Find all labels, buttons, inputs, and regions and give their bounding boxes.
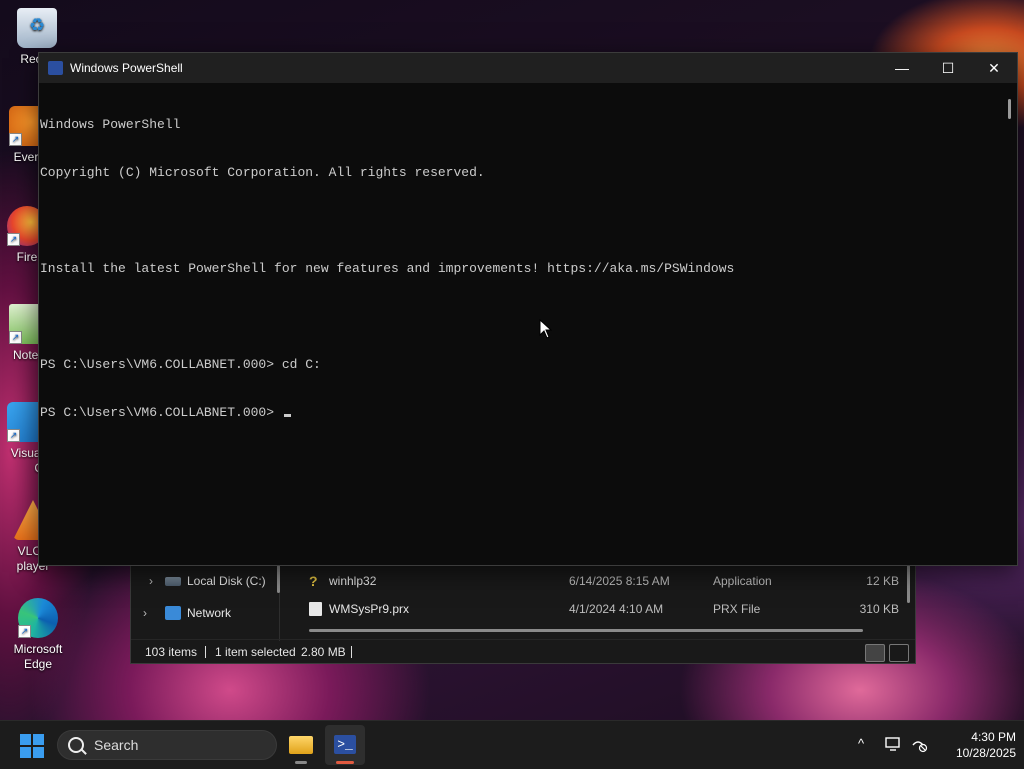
taskbar-file-explorer[interactable] — [281, 725, 321, 765]
nav-scrollbar[interactable] — [277, 565, 280, 593]
maximize-button[interactable]: ☐ — [925, 53, 971, 83]
file-row[interactable]: WMSysPr9.prx 4/1/2024 4:10 AM PRX File 3… — [307, 597, 907, 621]
minimize-button[interactable]: — — [879, 53, 925, 83]
windows-logo-icon-part — [33, 747, 44, 758]
nav-item-local-disk[interactable]: › Local Disk (C:) — [131, 569, 279, 593]
clock-time: 4:30 PM — [971, 730, 1016, 744]
nav-item-label: Local Disk (C:) — [187, 574, 266, 588]
console-line: PS C:\Users\VM6.COLLABNET.000> cd C: — [40, 357, 321, 372]
start-button[interactable] — [20, 734, 44, 758]
selection-count: 1 item selected — [215, 645, 296, 659]
desktop-icon-edge[interactable]: ↗ Microsoft Edge — [3, 598, 73, 672]
file-type: Application — [713, 574, 772, 588]
horizontal-scrollbar[interactable] — [309, 629, 863, 632]
taskbar: Search >_ ^ 4:30 PM 10/28/2025 — [0, 720, 1024, 769]
network-disconnected-icon[interactable] — [910, 735, 928, 753]
windows-logo-icon — [20, 734, 31, 745]
shortcut-arrow-icon: ↗ — [7, 429, 20, 442]
taskbar-powershell[interactable]: >_ — [325, 725, 365, 765]
mouse-pointer-icon — [539, 319, 553, 339]
windows-logo-icon-part — [33, 734, 44, 745]
display-icon[interactable] — [884, 735, 902, 753]
file-date: 6/14/2025 8:15 AM — [569, 574, 670, 588]
network-icon — [165, 606, 181, 620]
file-type: PRX File — [713, 602, 761, 616]
drive-icon — [165, 577, 181, 586]
window-title: Windows PowerShell — [70, 61, 183, 75]
selection-size: 2.80 MB — [301, 645, 346, 659]
shortcut-arrow-icon: ↗ — [9, 331, 22, 344]
file-date: 4/1/2024 4:10 AM — [569, 602, 664, 616]
console-scrollbar[interactable] — [1008, 99, 1011, 119]
large-icons-view-button[interactable] — [889, 644, 909, 662]
console-line: Windows PowerShell — [40, 117, 181, 132]
clock-date: 10/28/2025 — [955, 746, 1016, 760]
text-cursor — [283, 414, 291, 417]
vertical-scrollbar[interactable] — [907, 565, 910, 603]
details-view-button[interactable] — [865, 644, 885, 662]
edge-icon: ↗ — [18, 598, 58, 638]
navigation-pane[interactable]: › Local Disk (C:) › Network — [131, 561, 280, 641]
console-prompt-line[interactable]: PS C:\Users\VM6.COLLABNET.000> — [40, 405, 999, 421]
status-bar: 103 items 1 item selected 2.80 MB — [131, 639, 915, 664]
powershell-window[interactable]: Windows PowerShell — ☐ ✕ Windows PowerSh… — [38, 52, 1018, 566]
shortcut-arrow-icon: ↗ — [9, 133, 22, 146]
file-explorer-icon — [289, 736, 313, 754]
search-icon — [68, 737, 84, 753]
file-name: WMSysPr9.prx — [329, 602, 410, 616]
powershell-icon: >_ — [334, 735, 356, 754]
nav-item-network[interactable]: › Network — [131, 601, 279, 625]
taskbar-search-box[interactable]: Search — [57, 730, 277, 760]
generic-file-icon — [309, 602, 322, 616]
title-bar[interactable]: Windows PowerShell — ☐ ✕ — [39, 53, 1017, 83]
show-hidden-icons-button[interactable]: ^ — [852, 735, 870, 753]
shortcut-arrow-icon: ↗ — [7, 233, 20, 246]
app-active-indicator — [336, 761, 354, 764]
powershell-icon — [48, 61, 63, 75]
console-output[interactable]: Windows PowerShell Copyright (C) Microso… — [39, 83, 999, 563]
file-size: 310 KB — [859, 602, 899, 616]
status-separator — [205, 646, 206, 658]
file-size: 12 KB — [866, 574, 899, 588]
system-clock[interactable]: 4:30 PM 10/28/2025 — [934, 729, 1016, 761]
nav-item-label: Network — [187, 606, 232, 620]
console-line: Install the latest PowerShell for new fe… — [40, 261, 735, 276]
help-file-icon: ? — [309, 573, 318, 589]
console-line: Copyright (C) Microsoft Corporation. All… — [40, 165, 485, 180]
chevron-right-icon[interactable]: › — [149, 569, 153, 593]
desktop-icon-label: Microsoft — [13, 642, 63, 656]
windows-logo-icon-part — [20, 747, 31, 758]
app-running-indicator — [295, 761, 307, 764]
shortcut-arrow-icon: ↗ — [18, 625, 31, 638]
file-name: winhlp32 — [329, 574, 377, 588]
search-label: Search — [94, 737, 139, 753]
console-prompt: PS C:\Users\VM6.COLLABNET.000> — [40, 405, 282, 420]
chevron-right-icon[interactable]: › — [143, 601, 147, 625]
recycle-bin-icon: ♻ — [17, 8, 57, 48]
status-separator — [351, 646, 352, 658]
item-count: 103 items — [145, 645, 198, 659]
desktop-icon-label-2: Edge — [23, 657, 53, 671]
close-button[interactable]: ✕ — [971, 53, 1017, 83]
file-explorer-window[interactable]: › Local Disk (C:) › Network ? winhlp32 6… — [130, 560, 916, 664]
file-row[interactable]: ? winhlp32 6/14/2025 8:15 AM Application… — [307, 569, 907, 593]
